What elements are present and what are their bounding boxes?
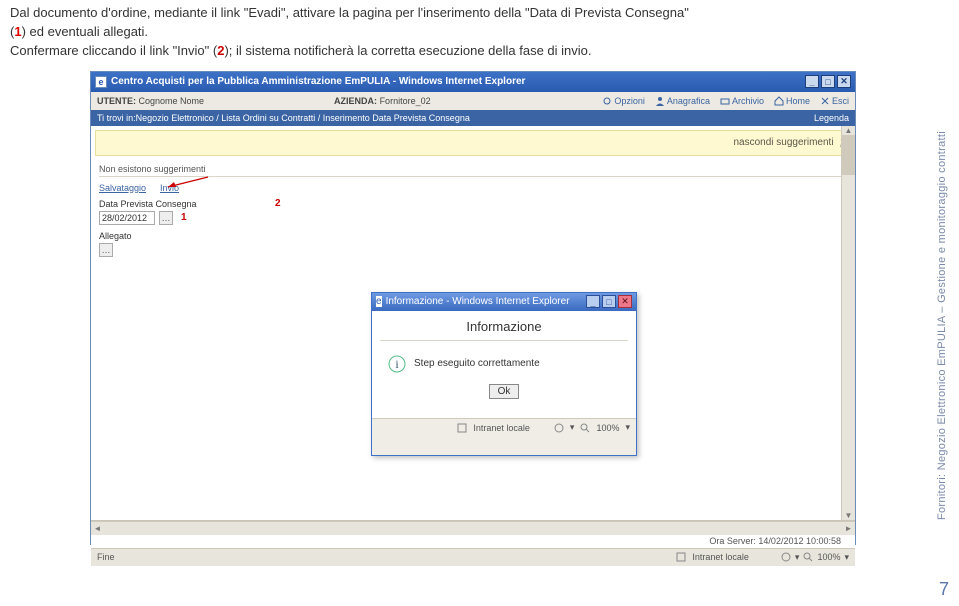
breadcrumb: Ti trovi in:Negozio Elettronico / Lista … xyxy=(91,110,855,126)
no-suggestions-text: Non esistono suggerimenti xyxy=(99,164,847,174)
exit-icon xyxy=(820,96,830,106)
scroll-left-icon[interactable]: ◄ xyxy=(91,524,104,533)
link-archivio[interactable]: Archivio xyxy=(720,96,764,106)
zoom-icon xyxy=(580,423,590,433)
allegato-label: Allegato xyxy=(99,231,855,241)
user-bar: UTENTE: Cognome Nome AZIENDA: Fornitore_… xyxy=(91,92,855,110)
scroll-down-icon[interactable]: ▼ xyxy=(842,511,855,520)
zoom-level: 100% xyxy=(817,552,840,562)
azienda-value: Fornitore_02 xyxy=(380,96,431,106)
info-bubble-icon: i xyxy=(388,355,406,373)
dialog-zone-text: Intranet locale xyxy=(473,423,530,433)
archive-icon xyxy=(720,96,730,106)
dialog-body: Informazione i Step eseguito correttamen… xyxy=(372,311,636,419)
maximize-button[interactable]: □ xyxy=(821,75,835,88)
date-picker-button[interactable]: … xyxy=(159,211,173,225)
dialog-titlebar: e Informazione - Windows Internet Explor… xyxy=(372,293,636,311)
page-number: 7 xyxy=(939,579,949,600)
instr-line1a: Dal documento d'ordine, mediante il link… xyxy=(10,5,689,20)
scroll-thumb[interactable] xyxy=(842,135,855,175)
window-title: Centro Acquisti per la Pubblica Amminist… xyxy=(111,76,525,87)
instr-line1d: ) ed eventuali allegati. xyxy=(22,24,148,39)
dialog-title: Informazione - Windows Internet Explorer xyxy=(386,296,570,307)
breadcrumb-path: Ti trovi in:Negozio Elettronico / Lista … xyxy=(97,113,470,123)
instruction-text: Dal documento d'ordine, mediante il link… xyxy=(0,0,959,67)
hide-suggestions-link[interactable]: nascondi suggerimenti xyxy=(733,137,833,148)
server-time: Ora Server: 14/02/2012 10:00:58 xyxy=(91,535,855,548)
protected-mode-icon xyxy=(781,552,791,562)
browser-window: e Centro Acquisti per la Pubblica Ammini… xyxy=(90,71,856,545)
utente-label: UTENTE: xyxy=(97,96,136,106)
side-vertical-text: Fornitori: Negozio Elettronico EmPULIA –… xyxy=(936,131,948,520)
zoom-icon xyxy=(803,552,813,562)
status-text: Fine xyxy=(97,552,115,562)
salvataggio-link[interactable]: Salvataggio xyxy=(99,183,146,193)
link-opzioni[interactable]: Opzioni xyxy=(602,96,645,106)
zone-icon xyxy=(457,423,467,433)
horizontal-scrollbar[interactable]: ◄ ► xyxy=(91,521,855,535)
link-home[interactable]: Home xyxy=(774,96,810,106)
zone-icon xyxy=(676,552,686,562)
scroll-up-icon[interactable]: ▲ xyxy=(842,126,855,135)
date-label: Data Prevista Consegna xyxy=(99,199,855,209)
azienda-label: AZIENDA: xyxy=(334,96,377,106)
ie-icon: e xyxy=(376,296,382,307)
vertical-scrollbar[interactable]: ▲ ▼ xyxy=(841,126,855,520)
protected-mode-icon xyxy=(554,423,564,433)
home-icon xyxy=(774,96,784,106)
instr-line2a: Confermare cliccando il link "Invio" ( xyxy=(10,43,217,58)
attachment-button[interactable]: … xyxy=(99,243,113,257)
dialog-minimize-button[interactable]: _ xyxy=(586,295,600,308)
date-input[interactable]: 28/02/2012 xyxy=(99,211,155,225)
action-links: Salvataggio Invio xyxy=(99,183,847,193)
ok-button[interactable]: Ok xyxy=(489,384,520,399)
dialog-maximize-button[interactable]: □ xyxy=(602,295,616,308)
window-titlebar: e Centro Acquisti per la Pubblica Ammini… xyxy=(91,72,855,92)
dialog-message: Step eseguito correttamente xyxy=(414,358,540,369)
hint-bar: nascondi suggerimenti i xyxy=(95,130,851,156)
link-anagrafica[interactable]: Anagrafica xyxy=(655,96,710,106)
legend-link[interactable]: Legenda xyxy=(814,113,849,123)
annotation-2: 2 xyxy=(275,198,281,209)
instr-line2c: ); il sistema notificherà la corretta es… xyxy=(224,43,591,58)
utente-value: Cognome Nome xyxy=(139,96,205,106)
minimize-button[interactable]: _ xyxy=(805,75,819,88)
ie-icon: e xyxy=(95,76,107,88)
dialog-status-bar: Intranet locale ▾ 100% ▾ xyxy=(372,419,636,437)
dialog-zoom-level: 100% xyxy=(596,423,619,433)
zone-text: Intranet locale xyxy=(692,552,749,562)
browser-status-bar: Fine Intranet locale ▾ 100% ▾ xyxy=(91,548,855,566)
arrow-to-invio-icon xyxy=(162,175,212,191)
info-dialog: e Informazione - Windows Internet Explor… xyxy=(371,292,637,456)
annotation-1: 1 xyxy=(181,212,187,223)
side-label-area: Fornitori: Negozio Elettronico EmPULIA –… xyxy=(933,100,951,520)
scroll-right-icon[interactable]: ► xyxy=(842,524,855,533)
gear-icon xyxy=(602,96,612,106)
link-esci[interactable]: Esci xyxy=(820,96,849,106)
dialog-close-button[interactable]: ✕ xyxy=(618,295,632,308)
person-icon xyxy=(655,96,665,106)
dialog-heading: Informazione xyxy=(380,315,628,341)
close-button[interactable]: ✕ xyxy=(837,75,851,88)
marker-1: 1 xyxy=(14,24,21,39)
